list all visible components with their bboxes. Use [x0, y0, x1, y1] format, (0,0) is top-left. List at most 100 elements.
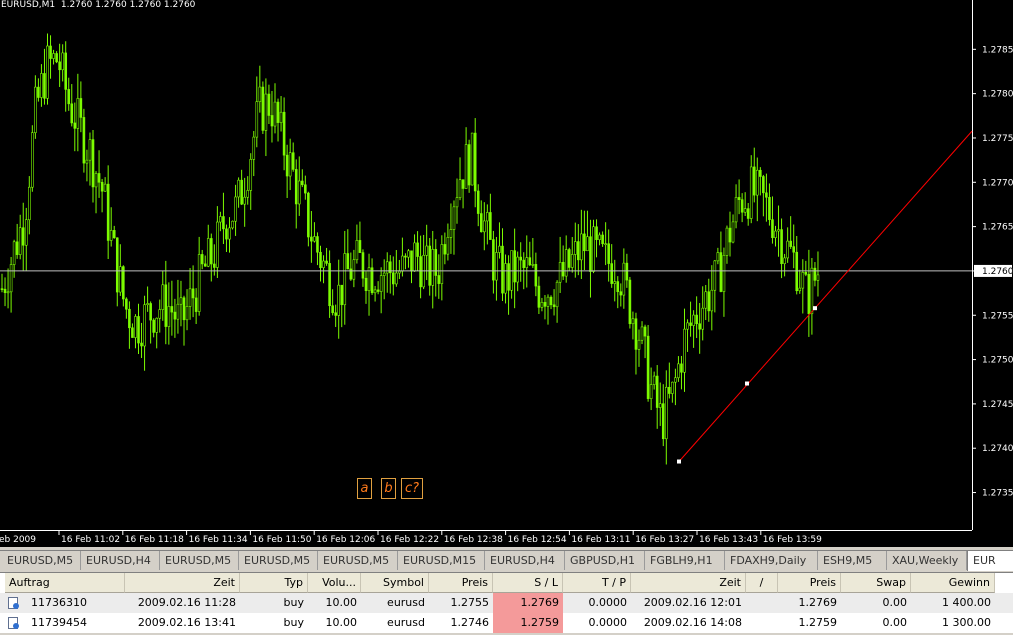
candle-body: [158, 309, 162, 319]
candle-body: [240, 179, 243, 205]
table-cell: 1 300.00: [942, 616, 991, 629]
table-cell: 0.0000: [588, 616, 628, 629]
column-header[interactable]: T / P: [563, 573, 631, 593]
candle-body: [404, 255, 407, 258]
table-cell: 1.2759: [493, 613, 563, 633]
candle-body: [546, 296, 550, 307]
column-header[interactable]: Zeit: [631, 573, 746, 593]
column-header[interactable]: Preis: [429, 573, 493, 593]
chart-tab[interactable]: EURUSD,M5: [318, 551, 398, 570]
chart-tab[interactable]: GBPUSD,H1: [565, 551, 645, 570]
table-cell: eurusd: [387, 596, 425, 609]
candle-body: [173, 311, 177, 320]
candle-body: [786, 240, 789, 259]
column-header[interactable]: S / L: [493, 573, 563, 593]
candle-body: [555, 281, 559, 308]
candle-body: [816, 274, 820, 281]
candle-body: [91, 139, 95, 188]
candle-body: [88, 139, 92, 161]
time-tick-label: 16 Feb 12:22: [380, 535, 439, 545]
candle-body: [43, 73, 46, 99]
candle-body: [70, 103, 74, 124]
candle-body: [161, 284, 165, 310]
chart-tab[interactable]: EURUSD,H4: [485, 551, 565, 570]
chart-tab[interactable]: ESH9,M5: [818, 551, 887, 570]
candle-body: [522, 259, 526, 268]
candle-body: [349, 268, 353, 280]
column-header[interactable]: Zeit: [125, 573, 240, 593]
candle-body: [504, 263, 507, 294]
chart-tab[interactable]: XAU,Weekly: [887, 551, 967, 570]
column-header[interactable]: /: [746, 573, 778, 593]
candle-body: [783, 257, 786, 264]
column-header[interactable]: Gewinn: [911, 573, 995, 593]
candle-body: [52, 53, 55, 59]
candle-body: [813, 267, 817, 281]
order-icon: [8, 617, 20, 630]
column-header[interactable]: Symbol: [361, 573, 429, 593]
chart-tab[interactable]: FGBLH9,H1: [645, 551, 725, 570]
candle-body: [446, 237, 450, 255]
price-tick-label: 1.2750: [982, 356, 1013, 366]
candle-body: [710, 289, 714, 312]
candle-body: [564, 249, 568, 277]
column-header[interactable]: Swap: [841, 573, 911, 593]
candle-body: [109, 230, 113, 241]
chart-tab[interactable]: EURUSD,M15: [398, 551, 485, 570]
column-header[interactable]: Preis: [778, 573, 841, 593]
column-header[interactable]: Volu...: [308, 573, 361, 593]
candle-body: [267, 93, 271, 116]
chart-tab[interactable]: EUR: [967, 550, 1013, 571]
candle-body: [115, 237, 119, 293]
candle-body: [728, 227, 732, 243]
candle-body: [410, 250, 413, 272]
candle-body: [216, 221, 219, 268]
candle-body: [319, 251, 322, 268]
table-row[interactable]: 11739454 2009.02.16 13:41 buy 10.00 eurusd 1.…: [0, 613, 1013, 633]
candle-body: [270, 115, 274, 127]
candle-body: [243, 196, 246, 205]
candle-body: [210, 238, 213, 265]
candle-body: [67, 89, 71, 105]
chart-tab[interactable]: EURUSD,M5: [2, 551, 81, 570]
candle-body: [695, 314, 698, 325]
wave-label-b: b: [381, 478, 396, 499]
candle-body: [801, 271, 805, 289]
table-cell: 10.00: [325, 596, 358, 609]
candle-body: [9, 264, 13, 293]
candle-body: [416, 242, 419, 257]
candle-body: [261, 86, 265, 131]
column-header[interactable]: Auftrag: [5, 573, 125, 593]
candle-body: [152, 319, 155, 333]
candle-body: [231, 220, 234, 229]
table-row[interactable]: 11736310 2009.02.16 11:28 buy 10.00 eurusd 1.…: [0, 593, 1013, 613]
candle-body: [143, 304, 146, 347]
candle-body: [716, 252, 720, 262]
chart-tab[interactable]: FDAXH9,Daily: [725, 551, 818, 570]
candle-body: [297, 180, 301, 205]
candle-body: [567, 249, 571, 268]
chart-tab[interactable]: EURUSD,M5: [160, 551, 239, 570]
candle-body: [40, 73, 43, 98]
table-cell: 1 400.00: [942, 596, 991, 609]
candle-body: [391, 272, 395, 285]
candle-body: [376, 289, 380, 292]
candle-body: [3, 288, 7, 293]
candle-body: [194, 297, 198, 312]
column-header[interactable]: Typ: [240, 573, 308, 593]
candle-body: [34, 86, 37, 133]
candle-body: [573, 241, 577, 255]
candle-body: [331, 305, 334, 314]
table-cell: 2009.02.16 11:28: [137, 596, 236, 609]
candle-body: [285, 154, 289, 177]
chart-tab[interactable]: EURUSD,H4: [81, 551, 160, 570]
candle-body: [407, 250, 410, 258]
candle-body: [686, 322, 689, 330]
candle-body: [649, 384, 653, 399]
candle-body: [722, 255, 726, 292]
price-chart[interactable]: 1.2785 1.2780 1.2775 1.2770 1.2765 1.2760 1.27…: [0, 0, 1013, 547]
candle-body: [222, 216, 225, 230]
chart-tab[interactable]: EURUSD,M5: [239, 551, 318, 570]
candle-body: [683, 328, 686, 373]
trade-history-table: Auftrag Zeit Typ Volu... Symbol Preis S / LT /…: [0, 572, 1013, 633]
